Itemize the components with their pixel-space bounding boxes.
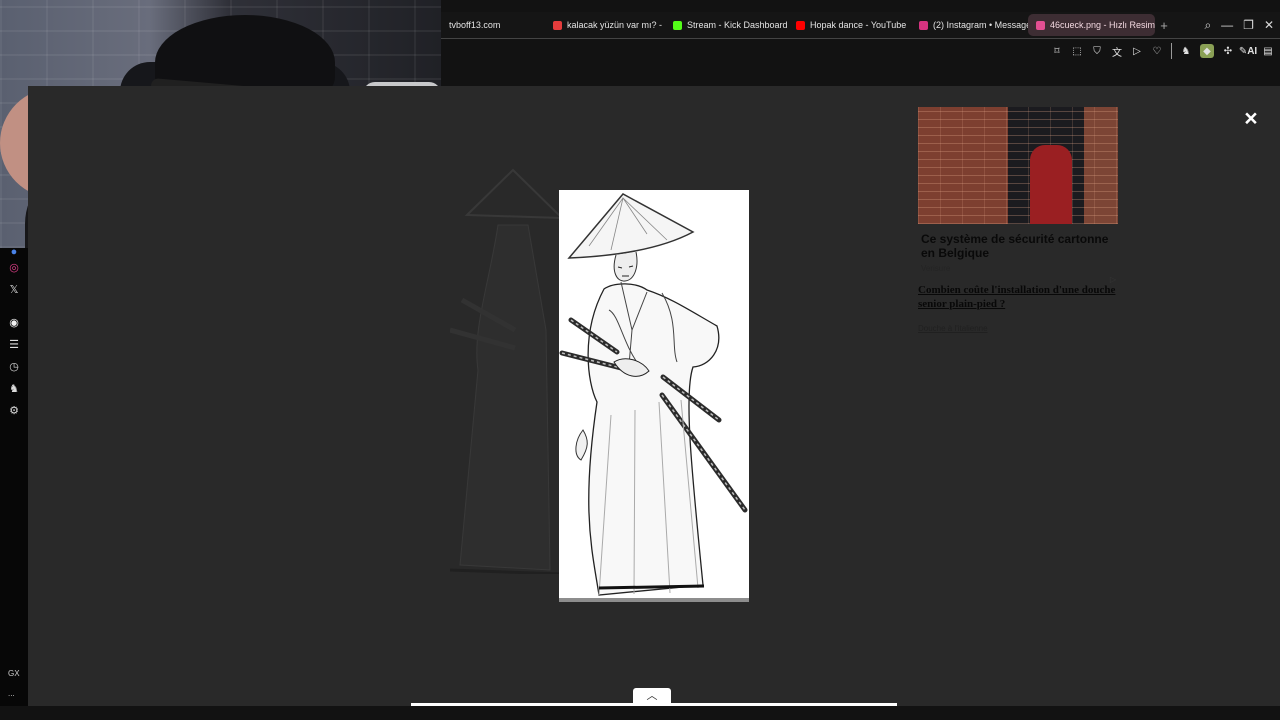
background-samurai-image — [450, 168, 562, 574]
youtube-icon — [553, 20, 562, 30]
new-tab-button[interactable]: + — [1155, 16, 1173, 34]
tab-kick-dashboard-label: Stream - Kick Dashboard — [687, 20, 788, 30]
window-controls: ⌕ — ❐ ✕ — [1204, 12, 1274, 38]
preview-image[interactable] — [559, 190, 749, 602]
tab-tvboff-label: tvboff13.com — [449, 20, 501, 30]
ad-choice-icon[interactable]: ▷ — [1110, 275, 1116, 284]
restore-icon[interactable]: ❐ — [1243, 18, 1254, 32]
minimize-icon[interactable]: — — [1221, 18, 1233, 32]
tab-instagram[interactable]: (2) Instagram • Message — [911, 14, 1028, 36]
x-icon[interactable]: 𝕏 — [7, 283, 21, 297]
advertisement[interactable]: Ce système de sécurité cartonne en Belgi… — [918, 107, 1118, 333]
search-icon[interactable]: ⌕ — [1204, 18, 1211, 33]
bottom-progress-bar — [411, 703, 897, 706]
browser-sidebar: ● ◎ 𝕏 ◉ ☰ ◷ ♞ ⚙ GX ... — [0, 245, 28, 706]
ai-label: AI — [1247, 45, 1258, 57]
tab-youtube-video[interactable]: kalacak yüzün var mı? - ... — [545, 14, 665, 36]
ai-icon[interactable]: ✎ AI — [1239, 44, 1258, 58]
tab-kick-dashboard[interactable]: Stream - Kick Dashboard — [665, 14, 788, 36]
ad-link-shower[interactable]: Combien coûte l'installation d'une douch… — [918, 283, 1118, 311]
bookmark-icon[interactable]: ⌑ — [1051, 44, 1063, 58]
play-icon[interactable]: ▷ — [1131, 44, 1143, 58]
puzzle-icon[interactable]: ✣ — [1222, 44, 1234, 58]
toolbar-divider — [1171, 43, 1172, 59]
youtube-icon — [796, 20, 805, 30]
tab-hopak-dance-label: Hopak dance - YouTube — [810, 20, 907, 30]
tab-quick-image-label: 46cueck.png - Hızlı Resim — [1050, 20, 1155, 30]
ad-person — [1030, 145, 1072, 224]
notes-icon[interactable]: ▤ — [1262, 44, 1274, 58]
image-icon — [1036, 20, 1045, 30]
ad-title[interactable]: Ce système de sécurité cartonne en Belgi… — [918, 232, 1118, 260]
screen: tvboff13.com kalacak yüzün var mı? - ...… — [0, 0, 1280, 720]
bunny-icon[interactable]: ♞ — [7, 382, 21, 396]
tab-tvboff[interactable]: tvboff13.com — [441, 14, 545, 36]
more-menu[interactable]: ... — [8, 689, 15, 698]
instagram-icon — [919, 20, 928, 30]
toolbar-icons: ⌑ ⬚ ⛉ 文 ▷ ♡ ♞ ◆ ✣ ✎ AI ▤ — [1051, 43, 1274, 59]
settings-icon[interactable]: ⚙ — [7, 404, 21, 418]
gx-label[interactable]: GX — [8, 669, 20, 678]
tab-youtube-video-label: kalacak yüzün var mı? - ... — [567, 20, 665, 30]
instagram-icon[interactable]: ◎ — [7, 261, 21, 275]
screenshot-icon[interactable]: ⬚ — [1071, 44, 1083, 58]
ad-source: Verisure — [921, 264, 951, 273]
layers-icon[interactable]: ☰ — [7, 338, 21, 352]
blue-dot-icon[interactable]: ● — [7, 245, 21, 259]
extension-icon[interactable]: ♞ — [1180, 44, 1192, 58]
close-viewer-button[interactable]: × — [1239, 106, 1263, 130]
tab-quick-image[interactable]: 46cueck.png - Hızlı Resim — [1028, 14, 1155, 36]
ad-small-link[interactable]: Douche à l'italienne — [918, 324, 1118, 333]
clock-icon[interactable]: ◷ — [7, 360, 21, 374]
tab-hopak-dance[interactable]: Hopak dance - YouTube — [788, 14, 911, 36]
heart-icon[interactable]: ♡ — [1151, 44, 1163, 58]
green-extension-icon[interactable]: ◆ — [1200, 44, 1214, 58]
tab-instagram-label: (2) Instagram • Message — [933, 20, 1028, 30]
ad-image-security-system[interactable] — [918, 107, 1118, 224]
close-icon[interactable]: ✕ — [1264, 18, 1274, 32]
samurai-drawing — [559, 193, 748, 596]
spotify-icon[interactable]: ◉ — [7, 316, 21, 330]
browser-toolbar: ⌑ ⬚ ⛉ 文 ▷ ♡ ♞ ◆ ✣ ✎ AI ▤ — [441, 38, 1280, 66]
translate-icon[interactable]: 文 — [1111, 44, 1123, 59]
kick-icon — [673, 20, 682, 30]
shield-icon[interactable]: ⛉ — [1091, 44, 1103, 58]
